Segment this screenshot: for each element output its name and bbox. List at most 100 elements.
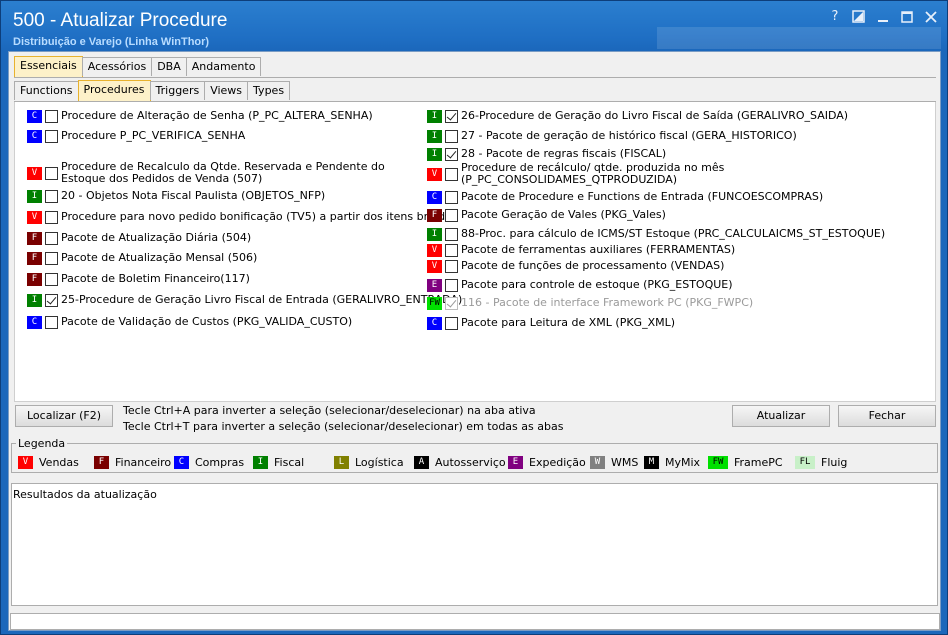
category-badge-f: F <box>427 208 442 222</box>
procedure-item[interactable]: V Procedure para novo pedido bonificação … <box>27 209 458 225</box>
procedure-checkbox[interactable] <box>445 208 458 222</box>
window-controls: ? <box>827 9 939 25</box>
procedure-checkbox[interactable] <box>45 109 58 123</box>
procedure-checkbox[interactable] <box>45 231 58 245</box>
procedure-label: 25-Procedure de Geração Livro Fiscal de … <box>61 293 463 306</box>
category-badge-m: M <box>644 455 659 469</box>
results-panel: Resultados da atualização <box>11 483 938 606</box>
procedure-item[interactable]: I 28 - Pacote de regras fiscais (FISCAL) <box>427 146 666 162</box>
category-badge-i: I <box>27 189 42 203</box>
procedure-checkbox[interactable] <box>45 293 58 307</box>
procedure-item[interactable]: C Pacote para Leitura de XML (PKG_XML) <box>427 315 675 331</box>
legend-label: WMS <box>611 455 639 469</box>
procedure-checkbox[interactable] <box>445 109 458 123</box>
maximize-icon[interactable] <box>899 9 915 25</box>
legend-label: Financeiro <box>115 455 172 469</box>
atualizar-button[interactable]: Atualizar <box>732 405 830 427</box>
app-window: 500 - Atualizar Procedure Distribuição e… <box>0 0 948 635</box>
procedure-item[interactable]: C Procedure P_PC_VERIFICA_SENHA <box>27 128 245 144</box>
results-title: Resultados da atualização <box>13 488 157 501</box>
procedure-item[interactable]: I 25-Procedure de Geração Livro Fiscal de… <box>27 292 462 308</box>
procedure-checkbox[interactable] <box>45 315 58 329</box>
procedure-checkbox[interactable] <box>445 147 458 161</box>
procedure-item[interactable]: F Pacote de Atualização Mensal (506) <box>27 250 257 266</box>
legend-item-wms: W WMS <box>590 455 638 469</box>
category-badge-a: A <box>414 455 429 469</box>
main-tabs-divider <box>14 77 936 78</box>
procedure-label: Pacote de Boletim Financeiro(117) <box>61 272 250 285</box>
procedure-checkbox[interactable] <box>445 167 458 181</box>
close-icon[interactable] <box>923 9 939 25</box>
fechar-button[interactable]: Fechar <box>838 405 936 427</box>
tab-essenciais[interactable]: Essenciais <box>14 56 83 77</box>
window-subtitle: Distribuição e Varejo (Linha WinThor) <box>13 36 210 48</box>
procedure-checkbox[interactable] <box>45 251 58 265</box>
procedure-item[interactable]: V Pacote de ferramentas auxiliares (FERRA… <box>427 242 735 258</box>
procedure-label: Pacote de ferramentas auxiliares (FERRAM… <box>461 243 736 256</box>
procedure-item[interactable]: V Pacote de funções de processamento (VEN… <box>427 258 724 274</box>
procedure-label: Pacote para Leitura de XML (PKG_XML) <box>461 316 676 329</box>
tab-views[interactable]: Views <box>204 81 249 100</box>
procedure-item[interactable]: C Pacote de Validação de Custos (PKG_VALI… <box>27 314 352 330</box>
procedure-item[interactable]: E Pacote para controle de estoque (PKG_ES… <box>427 277 733 293</box>
category-badge-fl: FL <box>795 455 815 469</box>
procedure-item[interactable]: C Procedure de Alteração de Senha (P_PC_A… <box>27 108 373 124</box>
category-badge-v: V <box>427 167 442 181</box>
procedure-label: Pacote Geração de Vales (PKG_Vales) <box>461 208 666 221</box>
procedure-item[interactable]: I 27 - Pacote de geração de histórico fis… <box>427 128 797 144</box>
procedure-checkbox[interactable] <box>445 227 458 241</box>
procedure-item[interactable]: C Pacote de Procedure e Functions de Entr… <box>427 189 823 205</box>
tab-functions[interactable]: Functions <box>14 81 79 100</box>
procedure-checkbox[interactable] <box>45 272 58 286</box>
procedure-checkbox[interactable] <box>45 189 58 203</box>
procedure-item[interactable]: V Procedure de Recalculo da Qtde. Reserva… <box>27 160 413 186</box>
category-badge-f: F <box>27 251 42 265</box>
category-badge-c: C <box>174 455 189 469</box>
procedure-checkbox[interactable] <box>445 243 458 257</box>
procedure-item[interactable]: I 20 - Objetos Nota Fiscal Paulista (OBJE… <box>27 188 325 204</box>
procedure-label: Pacote para controle de estoque (PKG_EST… <box>461 278 733 291</box>
legend-item-mymix: M MyMix <box>644 455 700 469</box>
procedure-checkbox[interactable] <box>445 129 458 143</box>
tab-types[interactable]: Types <box>247 81 291 100</box>
procedure-checkbox[interactable] <box>445 316 458 330</box>
procedure-label: Pacote de Atualização Diária (504) <box>61 231 252 244</box>
minimize-icon[interactable] <box>875 9 891 25</box>
legend-item-log-stica: L Logística <box>334 455 404 469</box>
category-badge-f: F <box>94 455 109 469</box>
procedure-item[interactable]: I 88-Proc. para cálculo de ICMS/ST Estoqu… <box>427 226 885 242</box>
procedure-label: Pacote de Procedure e Functions de Entra… <box>461 190 824 203</box>
procedure-item[interactable]: F Pacote Geração de Vales (PKG_Vales) <box>427 207 666 223</box>
category-badge-l: L <box>334 455 349 469</box>
localizar-button[interactable]: Localizar (F2) <box>15 405 113 427</box>
category-badge-v: V <box>27 166 42 180</box>
category-badge-i: I <box>427 109 442 123</box>
procedure-item[interactable]: F Pacote de Boletim Financeiro(117) <box>27 271 250 287</box>
tab-andamento[interactable]: Andamento <box>185 57 262 76</box>
procedure-checkbox[interactable] <box>45 129 58 143</box>
tab-triggers[interactable]: Triggers <box>149 81 206 100</box>
legend-item-fiscal: I Fiscal <box>253 455 304 469</box>
help-button[interactable]: ? <box>827 9 843 25</box>
procedure-item[interactable]: F Pacote de Atualização Diária (504) <box>27 230 251 246</box>
theme-icon[interactable] <box>851 9 867 25</box>
tab-procedures[interactable]: Procedures <box>77 80 151 101</box>
tab-dba[interactable]: DBA <box>151 57 187 76</box>
procedure-checkbox <box>445 296 458 310</box>
procedure-checkbox[interactable] <box>45 166 58 180</box>
procedure-item[interactable]: I 26-Procedure de Geração do Livro Fiscal… <box>427 108 848 124</box>
category-badge-fw: FW <box>427 296 442 310</box>
sub-tabs: Functions Procedures Triggers Views Types <box>14 80 291 101</box>
legend-label: Expedição <box>529 455 586 469</box>
procedure-checkbox[interactable] <box>445 190 458 204</box>
procedure-checkbox[interactable] <box>445 259 458 273</box>
legend-label: FramePC <box>734 455 783 469</box>
procedure-item[interactable]: FW 116 - Pacote de interface Framework PC… <box>427 295 753 311</box>
procedure-checkbox[interactable] <box>45 210 58 224</box>
legend-item-expedi-o: E Expedição <box>508 455 586 469</box>
category-badge-i: I <box>427 147 442 161</box>
procedure-checkbox[interactable] <box>445 278 458 292</box>
tab-acess-rios[interactable]: Acessórios <box>81 57 153 76</box>
title-panel <box>657 27 941 49</box>
procedure-item[interactable]: V Procedure de recálculo/ qtde. produzida… <box>427 161 813 187</box>
